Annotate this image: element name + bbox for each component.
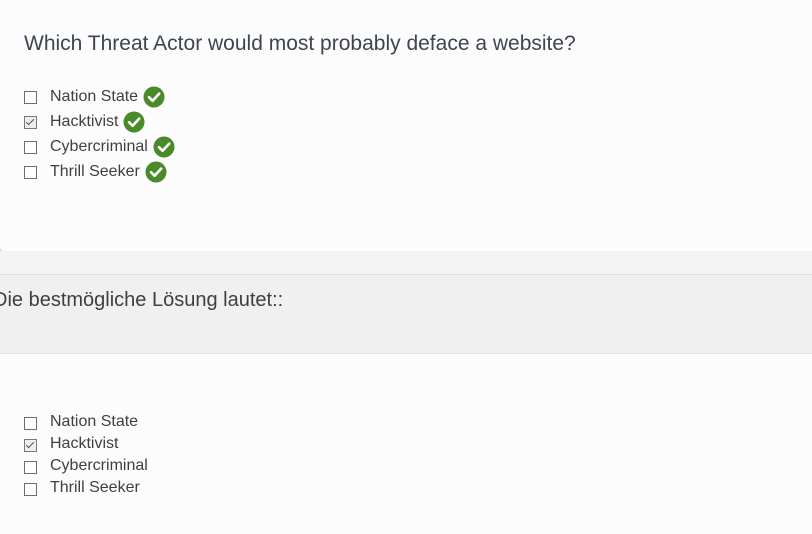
solution-option-cybercriminal: Cybercriminal	[24, 455, 148, 477]
solution-option-nation-state: Nation State	[24, 411, 148, 433]
option-label: Cybercriminal	[50, 137, 148, 155]
correct-check-icon	[145, 161, 167, 182]
answer-option-cybercriminal[interactable]: Cybercriminal	[24, 134, 175, 159]
solution-heading: Die bestmögliche Lösung lautet::	[0, 289, 284, 311]
solution-header: Die bestmögliche Lösung lautet::	[0, 275, 812, 354]
option-label: Thrill Seeker	[50, 162, 140, 180]
correct-check-icon	[143, 86, 165, 107]
checkbox[interactable]	[24, 166, 37, 179]
checkbox	[24, 460, 37, 474]
option-label: Nation State	[50, 87, 139, 105]
checkbox[interactable]	[24, 91, 37, 104]
option-label: Thrill Seeker	[50, 479, 140, 496]
option-label: Hacktivist	[50, 112, 119, 130]
answer-option-hacktivist[interactable]: Hacktivist	[24, 109, 175, 134]
section-divider	[0, 251, 812, 275]
option-label: Nation State	[50, 413, 139, 430]
checkbox[interactable]	[24, 141, 37, 154]
checkbox	[24, 416, 37, 430]
answer-options: Nation State Hacktivist Cybercriminal Th…	[24, 84, 175, 184]
checkbox-checked	[24, 438, 37, 452]
solution-option-thrill-seeker: Thrill Seeker	[24, 477, 148, 499]
option-label: Cybercriminal	[50, 457, 148, 474]
question-title: Which Threat Actor would most probably d…	[24, 32, 576, 55]
checkbox-checked[interactable]	[24, 116, 37, 129]
question-card: Which Threat Actor would most probably d…	[0, 0, 812, 251]
correct-check-icon	[123, 111, 145, 132]
solution-option-hacktivist: Hacktivist	[24, 433, 148, 455]
answer-option-thrill-seeker[interactable]: Thrill Seeker	[24, 159, 175, 184]
correct-check-icon	[153, 136, 175, 157]
answer-option-nation-state[interactable]: Nation State	[24, 84, 175, 109]
solution-options: Nation State Hacktivist Cybercriminal Th…	[24, 411, 148, 499]
option-label: Hacktivist	[50, 435, 119, 452]
checkbox	[24, 482, 37, 496]
